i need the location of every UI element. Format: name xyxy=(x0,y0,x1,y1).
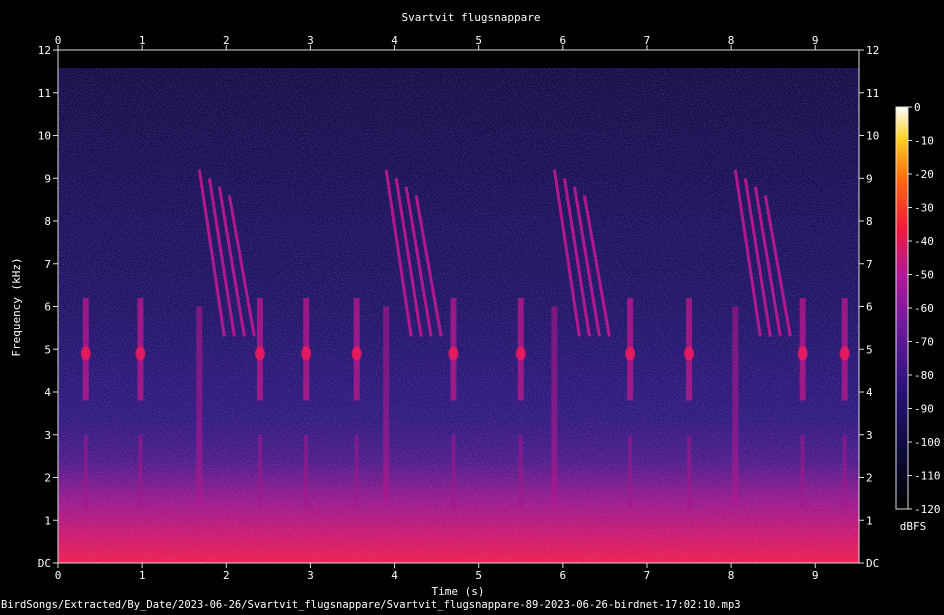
x-tick-label-bottom: 7 xyxy=(644,569,651,582)
y-tick-label-right: 12 xyxy=(866,44,879,57)
y-tick-label-left: 6 xyxy=(44,301,51,314)
colorbar-tick-label: -110 xyxy=(914,470,941,483)
x-tick-label-top: 1 xyxy=(139,34,146,47)
x-tick-label-bottom: 9 xyxy=(812,569,819,582)
x-tick-label-top: 5 xyxy=(475,34,482,47)
colorbar-tick-label: -90 xyxy=(914,403,934,416)
colorbar-tick-label: -120 xyxy=(914,503,941,516)
y-tick-label-right: 4 xyxy=(866,386,873,399)
colorbar-tick-label: -70 xyxy=(914,336,934,349)
y-tick-label-right: 10 xyxy=(866,130,879,143)
x-tick-label-top: 3 xyxy=(307,34,314,47)
x-tick-label-bottom: 3 xyxy=(307,569,314,582)
call-low-mark xyxy=(138,434,143,508)
colorbar-tick-label: -20 xyxy=(914,168,934,181)
call-sweep-base xyxy=(732,306,739,508)
x-tick-label-bottom: 0 xyxy=(55,569,62,582)
call-low-mark xyxy=(354,434,359,508)
colorbar-tick-label: -40 xyxy=(914,235,934,248)
call-low-mark xyxy=(842,434,847,508)
x-tick-label-top: 0 xyxy=(55,34,62,47)
colorbar-tick-label: -60 xyxy=(914,302,934,315)
colorbar-tick-label: -10 xyxy=(914,135,934,148)
y-tick-label-left: DC xyxy=(38,557,51,570)
call-sweep-base xyxy=(196,306,203,508)
colorbar-tick-label: -80 xyxy=(914,369,934,382)
colorbar-gradient xyxy=(896,107,908,509)
y-tick-label-left: 10 xyxy=(38,130,51,143)
y-tick-label-left: 7 xyxy=(44,258,51,271)
x-tick-label-top: 4 xyxy=(391,34,398,47)
y-tick-label-left: 11 xyxy=(38,87,51,100)
call-low-mark xyxy=(687,434,692,508)
call-note-peak xyxy=(351,346,362,361)
x-tick-label-top: 8 xyxy=(728,34,735,47)
call-note-peak xyxy=(301,346,312,361)
spectrogram-plot-area xyxy=(57,49,860,564)
y-tick-label-left: 5 xyxy=(44,343,51,356)
x-tick-label-bottom: 4 xyxy=(391,569,398,582)
y-tick-label-left: 12 xyxy=(38,44,51,57)
call-note-peak xyxy=(515,346,526,361)
call-low-mark xyxy=(304,434,309,508)
call-low-mark xyxy=(257,434,262,508)
y-tick-label-right: DC xyxy=(866,557,879,570)
y-tick-label-right: 1 xyxy=(866,514,873,527)
x-tick-label-bottom: 5 xyxy=(475,569,482,582)
call-note-peak xyxy=(135,346,146,361)
call-note-peak xyxy=(625,346,636,361)
x-tick-label-top: 6 xyxy=(560,34,567,47)
call-low-mark xyxy=(800,434,805,508)
chart-title: Svartvit flugsnappare xyxy=(401,11,540,24)
x-axis-label: Time (s) xyxy=(432,585,485,598)
x-tick-label-top: 2 xyxy=(223,34,230,47)
colorbar-tick-label: 0 xyxy=(914,101,921,114)
y-tick-label-right: 7 xyxy=(866,258,873,271)
colorbar-tick-label: -30 xyxy=(914,202,934,215)
x-tick-label-top: 7 xyxy=(644,34,651,47)
x-tick-label-bottom: 8 xyxy=(728,569,735,582)
y-tick-label-left: 1 xyxy=(44,514,51,527)
colorbar-tick-label: -100 xyxy=(914,436,941,449)
y-tick-label-left: 9 xyxy=(44,172,51,185)
x-tick-label-bottom: 2 xyxy=(223,569,230,582)
colorbar: 0 -10 -20 -30 -40 -50 -60 -70 -80 -90 -100 -110 -120… xyxy=(895,101,941,533)
y-tick-label-right: 8 xyxy=(866,215,873,228)
colorbar-ticks: 0 -10 -20 -30 -40 -50 -60 -70 -80 -90 -100 -110 -120 xyxy=(908,101,941,516)
call-sweep-base xyxy=(551,306,558,508)
colorbar-label: dBFS xyxy=(900,520,927,533)
call-note-peak xyxy=(254,346,265,361)
x-tick-label-bottom: 6 xyxy=(560,569,567,582)
call-low-mark xyxy=(83,434,88,508)
y-tick-label-right: 11 xyxy=(866,87,879,100)
call-low-mark xyxy=(518,434,523,508)
spectrogram-chart: Svartvit flugsnappare 001122334455667788… xyxy=(1,11,941,611)
spectrogram-noise-texture xyxy=(58,50,859,563)
x-tick-label-top: 9 xyxy=(812,34,819,47)
y-tick-label-left: 2 xyxy=(44,472,51,485)
call-note-peak xyxy=(448,346,459,361)
y-tick-label-left: 8 xyxy=(44,215,51,228)
y-axis-label: Frequency (kHz) xyxy=(10,257,23,356)
colorbar-tick-label: -50 xyxy=(914,269,934,282)
call-low-mark xyxy=(628,434,633,508)
call-note-peak xyxy=(839,346,850,361)
y-tick-label-left: 4 xyxy=(44,386,51,399)
file-path-caption: BirdSongs/Extracted/By_Date/2023-06-26/S… xyxy=(1,599,741,611)
spectrogram-empty-band xyxy=(58,50,859,68)
call-note-peak xyxy=(684,346,695,361)
x-tick-label-bottom: 1 xyxy=(139,569,146,582)
call-note-peak xyxy=(797,346,808,361)
y-tick-label-right: 3 xyxy=(866,429,873,442)
y-tick-label-right: 5 xyxy=(866,343,873,356)
y-tick-label-left: 3 xyxy=(44,429,51,442)
call-sweep-base xyxy=(383,306,390,508)
y-tick-label-right: 9 xyxy=(866,172,873,185)
call-low-mark xyxy=(451,434,456,508)
y-tick-label-right: 2 xyxy=(866,472,873,485)
call-note-peak xyxy=(80,346,91,361)
y-tick-label-right: 6 xyxy=(866,301,873,314)
